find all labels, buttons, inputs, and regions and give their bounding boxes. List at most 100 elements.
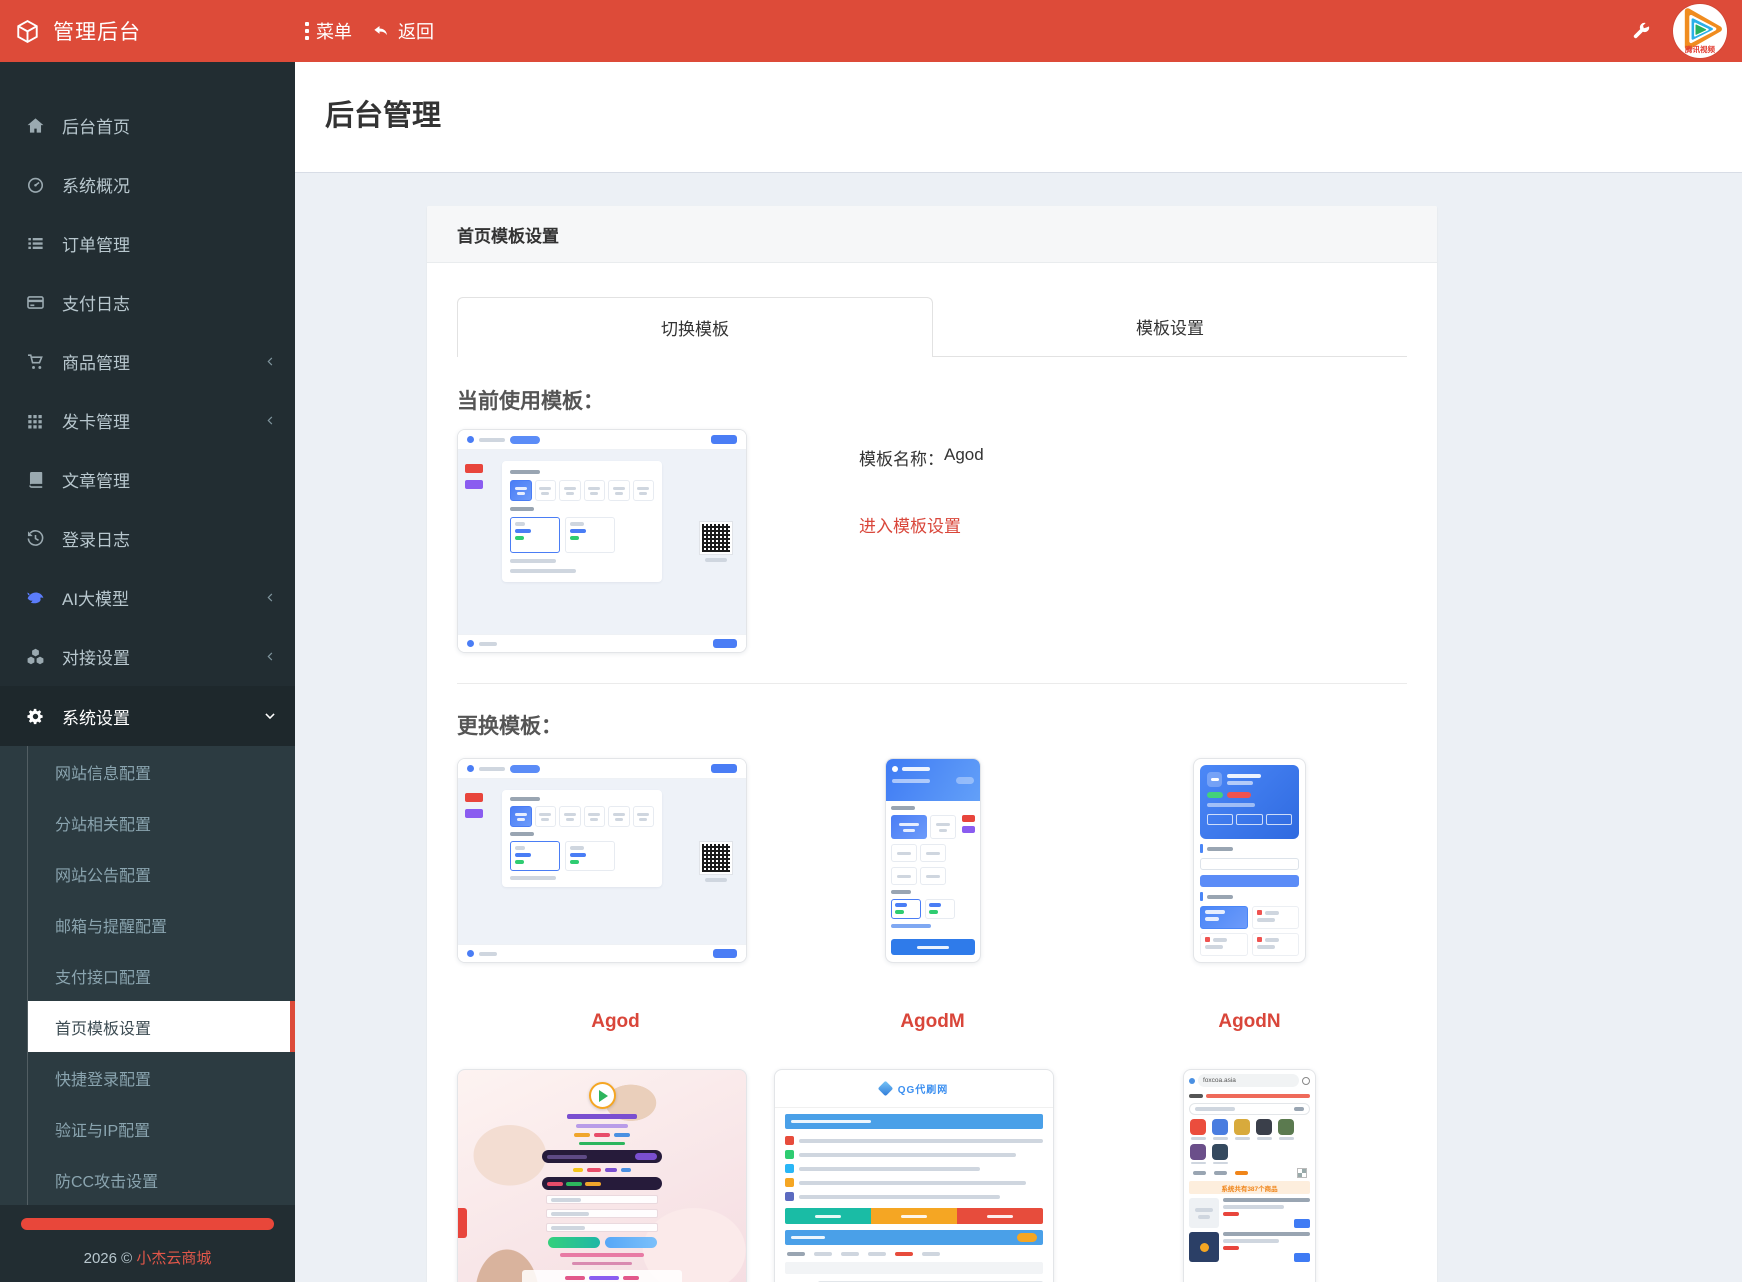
mock-mobile-header: [886, 759, 980, 801]
sidebar-item-payment-log[interactable]: 支付日志: [0, 273, 295, 332]
topbar: 管理后台 菜单 返回 腾讯视频: [0, 0, 1742, 62]
mock-site-header: [458, 430, 746, 450]
sidebar-item-label: 登录日志: [62, 526, 130, 551]
mock-mobile-body: [886, 801, 980, 935]
back-label: 返回: [398, 18, 434, 44]
mock-side-tag: [458, 1208, 467, 1238]
tab-switch-template[interactable]: 切换模板: [457, 297, 933, 357]
template-cell-qg: QG代刷网: [774, 1069, 1091, 1282]
sidebar-item-system-settings[interactable]: 系统设置: [0, 686, 295, 746]
sidebar-item-login-log[interactable]: 登录日志: [0, 509, 295, 568]
book-icon: [24, 470, 46, 489]
submenu-home-template[interactable]: 首页模板设置: [28, 1001, 295, 1052]
settings-wrench-button[interactable]: [1630, 21, 1651, 42]
cart-icon: [24, 352, 46, 371]
submenu-label: 快捷登录配置: [55, 1066, 151, 1090]
sidebar-item-label: 支付日志: [62, 290, 130, 315]
sidebar-nav: 后台首页 系统概况 订单管理 支付日志 商品管理: [0, 62, 295, 1205]
footer-progress-bar: [21, 1218, 274, 1230]
submenu-substation[interactable]: 分站相关配置: [0, 797, 295, 848]
url-text: foxcoa.asia: [1198, 1074, 1299, 1087]
submenu-payment-api[interactable]: 支付接口配置: [0, 950, 295, 1001]
wrench-icon: [1630, 21, 1651, 42]
system-settings-submenu: 网站信息配置 分站相关配置 网站公告配置 邮箱与提醒配置 支付接口配置 首页模板…: [0, 746, 295, 1205]
submenu-label: 首页模板设置: [55, 1015, 151, 1039]
sidebar-item-label: 后台首页: [62, 113, 130, 138]
submenu-label: 邮箱与提醒配置: [55, 913, 167, 937]
submenu-announcement[interactable]: 网站公告配置: [0, 848, 295, 899]
app-logo[interactable]: 管理后台: [0, 16, 295, 46]
template-settings-panel: 首页模板设置 切换模板 模板设置 当前使用模板：: [427, 206, 1437, 1282]
product-count-banner: 系统共有387个商品: [1189, 1181, 1310, 1194]
gear-icon: [24, 707, 46, 726]
page-header: 后台管理: [295, 62, 1742, 173]
sidebar-item-ai-model[interactable]: AI大模型: [0, 568, 295, 627]
mock-shop-card: [1200, 765, 1299, 839]
chevron-left-icon: [264, 591, 277, 604]
sidebar-item-articles[interactable]: 文章管理: [0, 450, 295, 509]
submenu-site-info[interactable]: 网站信息配置: [0, 746, 295, 797]
whale-icon: [24, 587, 46, 608]
sidebar-item-overview[interactable]: 系统概况: [0, 155, 295, 214]
history-icon: [24, 529, 46, 548]
mock-qr-code: [694, 522, 738, 562]
template-thumbnail-qg[interactable]: QG代刷网: [774, 1069, 1054, 1282]
brand-title: 管理后台: [53, 16, 141, 46]
template-thumbnail-agod[interactable]: [457, 758, 747, 963]
content-area: 首页模板设置 切换模板 模板设置 当前使用模板：: [295, 173, 1742, 1282]
copyright-year: 2026 ©: [84, 1250, 133, 1267]
sidebar-item-label: 订单管理: [62, 231, 130, 256]
submenu-quick-login[interactable]: 快捷登录配置: [0, 1052, 295, 1103]
sidebar-item-home[interactable]: 后台首页: [0, 96, 295, 155]
home-icon: [24, 116, 46, 135]
sidebar: 后台首页 系统概况 订单管理 支付日志 商品管理: [0, 62, 295, 1282]
grid-icon: [24, 412, 46, 430]
submenu-verify-ip[interactable]: 验证与IP配置: [0, 1103, 295, 1154]
sidebar-item-label: 系统概况: [62, 172, 130, 197]
page-title: 后台管理: [325, 92, 1742, 134]
template-thumbnail-foxcoa[interactable]: foxcoa.asia: [1183, 1069, 1316, 1282]
template-label-agodn: AgodN: [1091, 963, 1408, 1069]
sidebar-item-label: AI大模型: [62, 585, 129, 610]
sidebar-item-label: 文章管理: [62, 467, 130, 492]
template-label-agodm: AgodM: [774, 963, 1091, 1069]
submenu-anti-cc[interactable]: 防CC攻击设置: [0, 1154, 295, 1205]
copyright: 2026 © 小杰云商城: [0, 1247, 295, 1268]
template-cell-agodn: [1091, 758, 1408, 963]
panel-title: 首页模板设置: [427, 206, 1437, 263]
template-thumbnail-anime[interactable]: [457, 1069, 747, 1282]
submenu-label: 网站公告配置: [55, 862, 151, 886]
chevron-left-icon: [264, 650, 277, 663]
menu-dots-icon: [305, 22, 309, 41]
sidebar-toggle-button[interactable]: 菜单: [295, 0, 362, 62]
template-cell-agod: [457, 758, 774, 963]
cube-logo-icon: [14, 18, 41, 45]
template-thumbnail-agodm[interactable]: [885, 758, 981, 963]
section-divider: [457, 683, 1407, 684]
mock-site-body: [458, 450, 746, 634]
dashboard-icon: [24, 175, 46, 194]
credit-card-icon: [24, 293, 46, 312]
list-icon: [24, 234, 46, 253]
template-grid: Agod AgodM AgodN: [457, 758, 1407, 1282]
copyright-brand-link[interactable]: 小杰云商城: [136, 1250, 211, 1267]
current-template-thumbnail[interactable]: [457, 429, 747, 653]
template-cell-anime: [457, 1069, 774, 1282]
submenu-email-remind[interactable]: 邮箱与提醒配置: [0, 899, 295, 950]
template-name-label: 模板名称：: [859, 445, 944, 470]
sidebar-item-products[interactable]: 商品管理: [0, 332, 295, 391]
back-button[interactable]: 返回: [362, 0, 444, 62]
enter-template-settings-link[interactable]: 进入模板设置: [859, 512, 984, 537]
mock-center-column: [542, 1082, 662, 1282]
template-thumbnail-agodn[interactable]: [1193, 758, 1306, 963]
sidebar-item-orders[interactable]: 订单管理: [0, 214, 295, 273]
mock-qg-header: QG代刷网: [775, 1070, 1053, 1108]
avatar-caption: 腾讯视频: [1673, 44, 1727, 55]
sidebar-item-integration[interactable]: 对接设置: [0, 627, 295, 686]
sidebar-item-card-issuing[interactable]: 发卡管理: [0, 391, 295, 450]
tab-template-settings[interactable]: 模板设置: [933, 297, 1407, 357]
user-avatar[interactable]: 腾讯视频: [1673, 4, 1727, 58]
back-arrow-icon: [372, 22, 391, 41]
sidebar-item-label: 商品管理: [62, 349, 130, 374]
chevron-down-icon: [263, 709, 277, 723]
